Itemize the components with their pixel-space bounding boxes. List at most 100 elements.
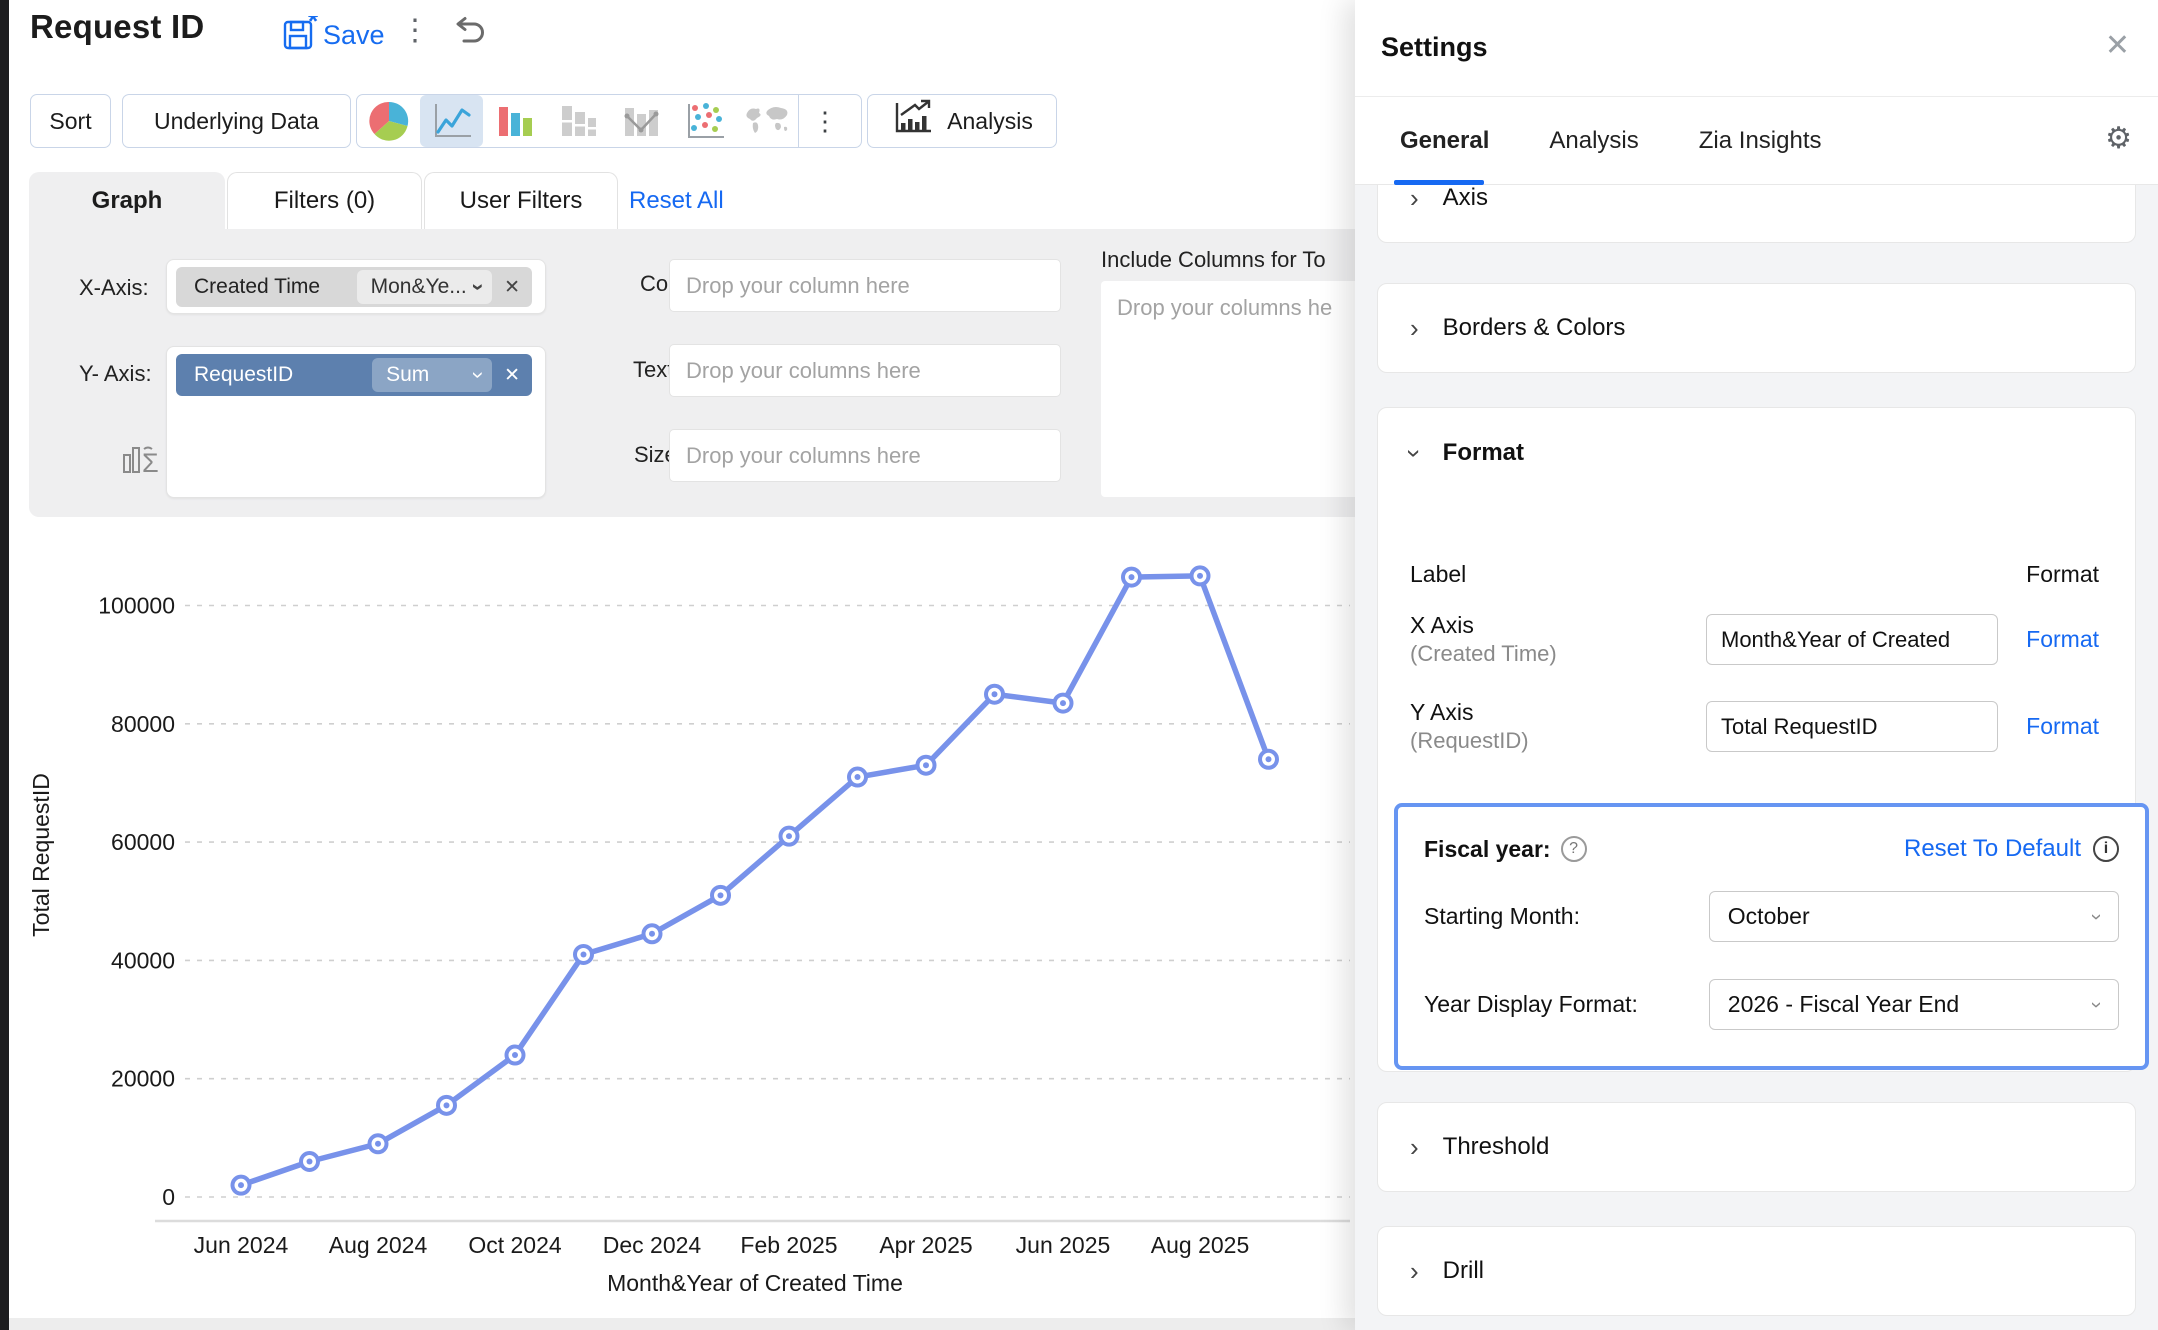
x-axis-label-input[interactable]: Month&Year of Created [1706,614,1998,665]
svg-text:40000: 40000 [111,947,175,973]
svg-text:Feb 2025: Feb 2025 [740,1232,837,1258]
label-column-header: Label [1410,561,1466,588]
gear-icon[interactable]: ⚙ [2105,121,2132,156]
x-axis-field-pill[interactable]: Created Time Mon&Ye... › ✕ [176,267,532,307]
pie-chart-icon[interactable] [357,95,420,147]
chevron-down-icon: › [2087,1001,2107,1008]
svg-text:20000: 20000 [111,1066,175,1092]
help-icon[interactable]: ? [1561,836,1587,862]
chevron-right-icon: › [1410,185,1419,214]
graph-config-panel: X-Axis: Created Time Mon&Ye... › ✕ Color… [29,229,1370,517]
tab-filters[interactable]: Filters (0) [227,172,422,229]
stacked-bar-chart-icon[interactable] [546,95,609,147]
svg-text:60000: 60000 [111,829,175,855]
section-format-header[interactable]: › Format [1378,408,2135,498]
x-field-name: Created Time [176,275,357,299]
underlying-data-button[interactable]: Underlying Data [122,94,351,148]
map-chart-icon[interactable] [735,95,798,147]
size-drop-zone[interactable]: Drop your columns here [669,429,1061,482]
format-column-header: Format [2026,561,2099,588]
section-borders-label: Borders & Colors [1443,314,1626,342]
settings-content: › Axis › Borders & Colors › Format Label… [1355,185,2158,1330]
y-aggregation-value: Sum [386,363,429,387]
undo-icon[interactable] [447,16,487,53]
settings-title: Settings [1381,32,1488,63]
horizontal-scrollbar[interactable] [9,1318,1355,1330]
y-axis-label: Y- Axis: [79,361,152,387]
section-drill[interactable]: › Drill [1377,1226,2136,1316]
tab-zia-insights[interactable]: Zia Insights [1699,97,1822,185]
svg-text:Total RequestID: Total RequestID [28,773,54,937]
section-threshold[interactable]: › Threshold [1377,1102,2136,1192]
y-axis-field-pill[interactable]: RequestID Sum › ✕ [176,354,532,396]
y-aggregation-dropdown[interactable]: Sum › [372,358,492,392]
reset-to-default-link[interactable]: Reset To Default [1904,835,2081,863]
svg-text:100000: 100000 [98,593,175,619]
starting-month-select[interactable]: October › [1709,891,2119,942]
save-label: Save [323,20,385,51]
y-axis-label-input[interactable]: Total RequestID [1706,701,1998,752]
section-drill-label: Drill [1443,1257,1484,1285]
bar-chart-icon[interactable] [483,95,546,147]
text-drop-zone[interactable]: Drop your columns here [669,344,1061,397]
reset-all-link[interactable]: Reset All [629,172,724,229]
analysis-button[interactable]: Analysis [867,94,1057,148]
svg-text:0: 0 [162,1184,175,1210]
info-icon[interactable]: i [2093,836,2119,862]
fiscal-year-label: Fiscal year: [1424,836,1551,863]
analysis-icon [891,99,933,143]
tab-graph[interactable]: Graph [29,172,225,229]
svg-text:Aug 2025: Aug 2025 [1151,1232,1249,1258]
remove-y-field-icon[interactable]: ✕ [492,364,532,387]
section-threshold-label: Threshold [1443,1133,1550,1161]
section-axis[interactable]: › Axis [1377,185,2136,243]
x-axis-label-value: Month&Year of Created [1721,627,1950,653]
close-icon[interactable]: ✕ [2105,28,2130,63]
svg-text:Month&Year of Created Time: Month&Year of Created Time [607,1270,903,1296]
year-display-format-select[interactable]: 2026 - Fiscal Year End › [1709,979,2119,1030]
x-axis-drop-area[interactable]: Created Time Mon&Ye... › ✕ [166,259,546,314]
chevron-down-icon: › [1399,449,1430,458]
y-field-name: RequestID [176,363,372,387]
tab-general[interactable]: General [1400,97,1489,185]
color-drop-zone[interactable]: Drop your column here [669,259,1061,312]
bar-line-combo-chart-icon[interactable] [609,95,672,147]
x-axis-setting-sub: (Created Time) [1410,641,1706,667]
y-axis-setting-sub: (RequestID) [1410,728,1706,754]
page-title: Request ID [30,8,204,46]
tab-user-filters[interactable]: User Filters [424,172,618,229]
scatter-chart-icon[interactable] [672,95,735,147]
svg-text:Jun 2025: Jun 2025 [1016,1232,1111,1258]
color-placeholder: Drop your column here [686,273,910,299]
settings-panel: Settings ✕ General Analysis Zia Insights… [1355,0,2158,1330]
settings-header: Settings ✕ [1355,0,2158,97]
more-chart-types-icon[interactable]: ⋮ [799,106,851,137]
chevron-down-icon: › [2087,913,2107,920]
x-axis-format-link[interactable]: Format [2026,626,2099,653]
tab-analysis[interactable]: Analysis [1549,97,1638,185]
y-axis-drop-area[interactable]: RequestID Sum › ✕ [166,346,546,498]
settings-tabs: General Analysis Zia Insights ⚙ [1355,97,2158,185]
year-display-format-label: Year Display Format: [1424,991,1709,1018]
x-axis-label: X-Axis: [79,275,149,301]
year-display-format-value: 2026 - Fiscal Year End [1728,991,1959,1018]
text-placeholder: Drop your columns here [686,358,921,384]
x-aggregation-dropdown[interactable]: Mon&Ye... › [357,270,492,304]
svg-text:Aug 2024: Aug 2024 [329,1232,428,1258]
more-options-icon[interactable]: ⋮ [400,14,430,48]
section-borders-colors[interactable]: › Borders & Colors [1377,283,2136,373]
section-format: › Format Label Format X Axis (Created Ti… [1377,407,2136,1072]
remove-x-field-icon[interactable]: ✕ [492,276,532,299]
line-chart[interactable]: 020000400006000080000100000Jun 2024Aug 2… [25,545,1355,1330]
line-chart-icon[interactable] [420,95,483,147]
starting-month-label: Starting Month: [1424,903,1709,930]
svg-text:Σ: Σ [142,448,159,478]
y-axis-format-link[interactable]: Format [2026,713,2099,740]
svg-text:Dec 2024: Dec 2024 [603,1232,702,1258]
x-axis-setting-label: X Axis [1410,612,1706,639]
chevron-right-icon: › [1410,313,1419,344]
save-button[interactable]: * Save [283,16,385,55]
include-columns-drop-zone[interactable]: Drop your columns he [1101,281,1369,497]
sort-button[interactable]: Sort [30,94,111,148]
analysis-label: Analysis [947,108,1033,135]
